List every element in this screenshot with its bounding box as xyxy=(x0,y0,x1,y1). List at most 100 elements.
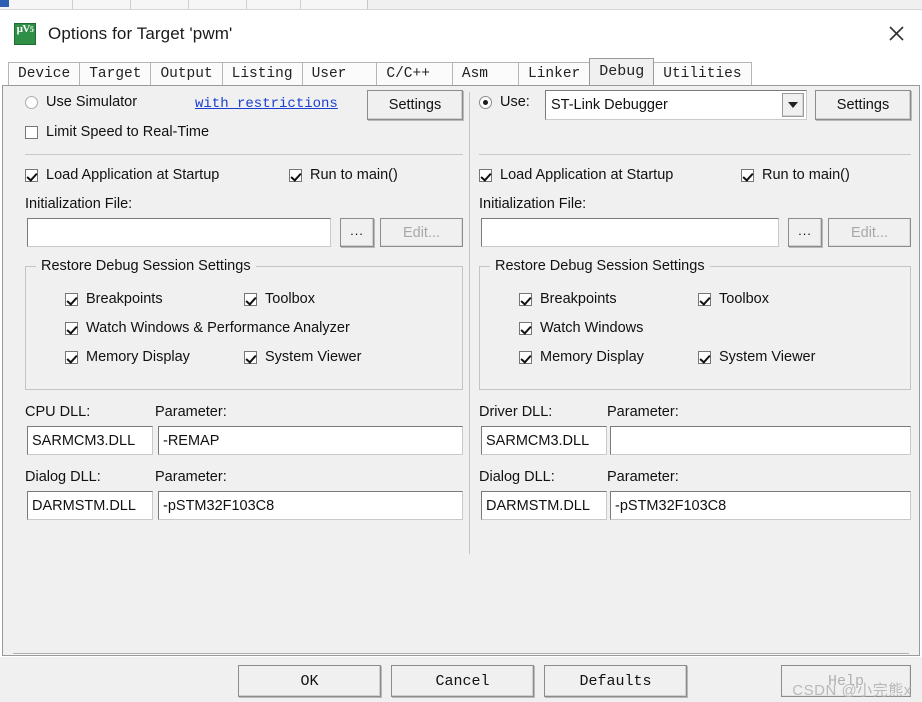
driver-settings-button[interactable]: Settings xyxy=(815,90,911,120)
drv-dialog-dll-input[interactable]: DARMSTM.DLL xyxy=(481,491,607,520)
simulator-pane: Use Simulator with restrictions Settings… xyxy=(15,86,467,556)
checkbox-icon-load-application[interactable] xyxy=(25,168,38,182)
checkbox-icon-toolbox[interactable] xyxy=(244,292,257,306)
background-marker xyxy=(0,0,9,7)
drv-restore-session-group: Restore Debug Session Settings Breakpoin… xyxy=(479,258,911,390)
checkbox-icon-watch-windows[interactable] xyxy=(519,321,532,335)
driver-parameter-label: Parameter: xyxy=(607,404,679,420)
driver-pane: Use: ST-Link Debugger Settings Load Appl… xyxy=(479,86,913,556)
checkbox-icon-memory-display[interactable] xyxy=(519,350,532,364)
sim-init-file-browse-button[interactable]: ... xyxy=(340,218,374,247)
sim-dialog-parameter-input[interactable]: -pSTM32F103C8 xyxy=(158,491,463,520)
tab-asm[interactable]: Asm xyxy=(451,62,520,85)
debugger-select[interactable]: ST-Link Debugger xyxy=(545,90,807,120)
tab-linker[interactable]: Linker xyxy=(518,62,591,85)
checkbox-icon-watch-windows[interactable] xyxy=(65,321,78,335)
background-divider xyxy=(300,0,301,9)
checkbox-icon-memory-display[interactable] xyxy=(65,350,78,364)
checkbox-icon-breakpoints[interactable] xyxy=(65,292,78,306)
drv-restore-watch-windows[interactable]: Watch Windows xyxy=(519,320,643,336)
drv-restore-breakpoints[interactable]: Breakpoints xyxy=(519,291,617,307)
background-toolbar xyxy=(0,0,368,9)
tab-utilities[interactable]: Utilities xyxy=(653,62,752,85)
driver-parameter-input[interactable] xyxy=(610,426,911,455)
sim-load-app-option[interactable]: Load Application at Startup xyxy=(25,167,219,183)
drv-load-app-option[interactable]: Load Application at Startup xyxy=(479,167,673,183)
use-driver-option[interactable]: Use: xyxy=(479,94,530,110)
simulator-settings-button[interactable]: Settings xyxy=(367,90,463,120)
drv-init-file-edit-button[interactable]: Edit... xyxy=(828,218,911,247)
checkbox-icon-breakpoints[interactable] xyxy=(519,292,532,306)
drv-init-file-browse-button[interactable]: ... xyxy=(788,218,822,247)
checkbox-icon-limit-speed[interactable] xyxy=(25,125,38,139)
driver-separator xyxy=(479,154,911,155)
radio-icon-use-driver[interactable] xyxy=(479,95,492,109)
sim-restore-watch-windows[interactable]: Watch Windows & Performance Analyzer xyxy=(65,320,350,336)
panes-container: Use Simulator with restrictions Settings… xyxy=(3,86,919,556)
drv-dialog-parameter-input[interactable]: -pSTM32F103C8 xyxy=(610,491,911,520)
drv-init-file-input[interactable] xyxy=(481,218,779,247)
sim-init-file-edit-button[interactable]: Edit... xyxy=(380,218,463,247)
drv-restore-system-viewer[interactable]: System Viewer xyxy=(698,349,815,365)
tab-c-cpp[interactable]: C/C++ xyxy=(376,62,453,85)
limit-speed-option[interactable]: Limit Speed to Real-Time xyxy=(25,124,209,140)
drv-dialog-dll-label: Dialog DLL: xyxy=(479,469,555,485)
tab-strip: Device Target Output Listing User C/C++ … xyxy=(0,57,922,85)
ok-button[interactable]: OK xyxy=(238,665,381,697)
drv-restore-memory-display[interactable]: Memory Display xyxy=(519,349,644,365)
sim-restore-memory-display[interactable]: Memory Display xyxy=(65,349,190,365)
sim-dialog-dll-label: Dialog DLL: xyxy=(25,469,101,485)
drv-restore-session-title: Restore Debug Session Settings xyxy=(490,258,710,274)
sim-restore-system-viewer[interactable]: System Viewer xyxy=(244,349,361,365)
driver-dll-input[interactable]: SARMCM3.DLL xyxy=(481,426,607,455)
cpu-dll-input[interactable]: SARMCM3.DLL xyxy=(27,426,153,455)
checkbox-icon-run-to-main[interactable] xyxy=(741,168,754,182)
tab-output[interactable]: Output xyxy=(150,62,223,85)
cpu-dll-label: CPU DLL: xyxy=(25,404,91,420)
background-divider xyxy=(246,0,247,9)
keil-uvision-icon: µV5 xyxy=(14,22,36,45)
background-divider xyxy=(130,0,131,9)
sim-restore-session-group: Restore Debug Session Settings Breakpoin… xyxy=(25,258,463,390)
with-restrictions-link[interactable]: with restrictions xyxy=(195,96,338,112)
use-simulator-label: Use Simulator xyxy=(46,94,138,110)
close-icon[interactable] xyxy=(870,10,922,57)
tab-debug[interactable]: Debug xyxy=(589,58,655,85)
simulator-separator xyxy=(25,154,463,155)
checkbox-icon-load-application[interactable] xyxy=(479,168,492,182)
tab-user[interactable]: User xyxy=(301,62,378,85)
tab-listing[interactable]: Listing xyxy=(221,62,303,85)
drv-load-app-label: Load Application at Startup xyxy=(500,167,674,183)
sim-restore-toolbox[interactable]: Toolbox xyxy=(244,291,315,307)
cpu-parameter-input[interactable]: -REMAP xyxy=(158,426,463,455)
tab-device[interactable]: Device xyxy=(8,62,81,85)
defaults-button[interactable]: Defaults xyxy=(544,665,687,697)
cancel-button[interactable]: Cancel xyxy=(391,665,534,697)
sim-dialog-dll-input[interactable]: DARMSTM.DLL xyxy=(27,491,153,520)
window-title: Options for Target 'pwm' xyxy=(48,23,233,43)
background-window-strip xyxy=(0,0,922,10)
drv-run-to-main-option[interactable]: Run to main() xyxy=(741,167,850,183)
chevron-down-icon[interactable] xyxy=(782,93,804,117)
checkbox-icon-run-to-main[interactable] xyxy=(289,168,302,182)
title-bar: µV5 Options for Target 'pwm' xyxy=(0,10,922,57)
sim-dialog-parameter-label: Parameter: xyxy=(155,469,227,485)
drv-restore-toolbox[interactable]: Toolbox xyxy=(698,291,769,307)
checkbox-icon-system-viewer[interactable] xyxy=(244,350,257,364)
radio-icon-use-simulator[interactable] xyxy=(25,95,38,109)
drv-run-to-main-label: Run to main() xyxy=(762,167,850,183)
use-driver-label: Use: xyxy=(500,94,530,110)
use-simulator-option[interactable]: Use Simulator xyxy=(25,94,137,110)
tab-target[interactable]: Target xyxy=(79,62,152,85)
checkbox-icon-toolbox[interactable] xyxy=(698,292,711,306)
sim-load-app-label: Load Application at Startup xyxy=(46,167,220,183)
help-button[interactable]: Help xyxy=(781,665,911,697)
sim-init-file-input[interactable] xyxy=(27,218,331,247)
dialog-button-bar: OK Cancel Defaults Help xyxy=(0,656,922,702)
checkbox-icon-system-viewer[interactable] xyxy=(698,350,711,364)
sim-restore-breakpoints[interactable]: Breakpoints xyxy=(65,291,163,307)
sim-run-to-main-option[interactable]: Run to main() xyxy=(289,167,398,183)
options-dialog: µV5 Options for Target 'pwm' Device Targ… xyxy=(0,10,922,702)
cpu-parameter-label: Parameter: xyxy=(155,404,227,420)
footer-separator xyxy=(13,653,909,655)
